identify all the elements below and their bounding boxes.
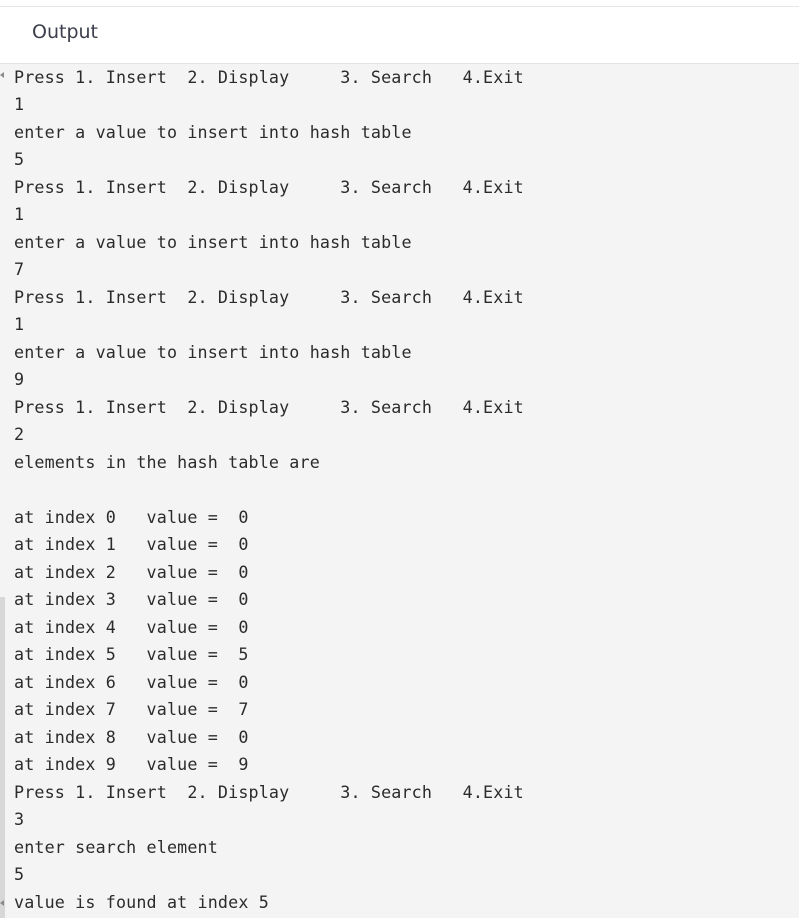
console-line: at index 1 value = 0: [14, 534, 249, 554]
console-line: 1: [14, 314, 25, 334]
output-title: Output: [32, 21, 98, 43]
console-line: at index 8 value = 0: [14, 727, 249, 747]
console-line: Press 1. Insert 2. Display 3. Search 4.E…: [14, 397, 524, 417]
console-line: at index 6 value = 0: [14, 672, 249, 692]
console-line: 9: [14, 369, 25, 389]
console-line: 7: [14, 259, 25, 279]
scroll-indicator[interactable]: [0, 597, 5, 918]
console-line: 3: [14, 809, 25, 829]
bottom-fold-caret-icon: [0, 900, 4, 906]
console-line: at index 0 value = 0: [14, 507, 249, 527]
console-line: Press 1. Insert 2. Display 3. Search 4.E…: [14, 67, 524, 87]
console-line: at index 4 value = 0: [14, 617, 249, 637]
console-line: 2: [14, 424, 25, 444]
console-line: at index 3 value = 0: [14, 589, 249, 609]
console-line: at index 9 value = 9: [14, 754, 249, 774]
output-header: Output: [0, 7, 799, 64]
console-line: at index 2 value = 0: [14, 562, 249, 582]
console-line: Press 1. Insert 2. Display 3. Search 4.E…: [14, 782, 524, 802]
console-line: at index 5 value = 5: [14, 644, 249, 664]
console-line: enter a value to insert into hash table: [14, 232, 412, 252]
console-line: enter search element: [14, 837, 218, 857]
console-line: 5: [14, 149, 25, 169]
console-line: enter a value to insert into hash table: [14, 342, 412, 362]
console-line: Press 1. Insert 2. Display 3. Search 4.E…: [14, 177, 524, 197]
top-fold-caret-icon: [0, 72, 4, 78]
console-line: enter a value to insert into hash table: [14, 122, 412, 142]
console-line: at index 7 value = 7: [14, 699, 249, 719]
console-line: Press 1. Insert 2. Display 3. Search 4.E…: [14, 287, 524, 307]
console-line: value is found at index 5: [14, 892, 269, 912]
console-line: 5: [14, 864, 25, 884]
console-line: elements in the hash table are: [14, 452, 320, 472]
console-line: 1: [14, 204, 25, 224]
output-panel: Output Press 1. Insert 2. Display 3. Sea…: [0, 0, 799, 918]
console-line: 1: [14, 94, 25, 114]
console-output[interactable]: Press 1. Insert 2. Display 3. Search 4.E…: [0, 64, 799, 918]
panel-top-border: [0, 0, 799, 7]
